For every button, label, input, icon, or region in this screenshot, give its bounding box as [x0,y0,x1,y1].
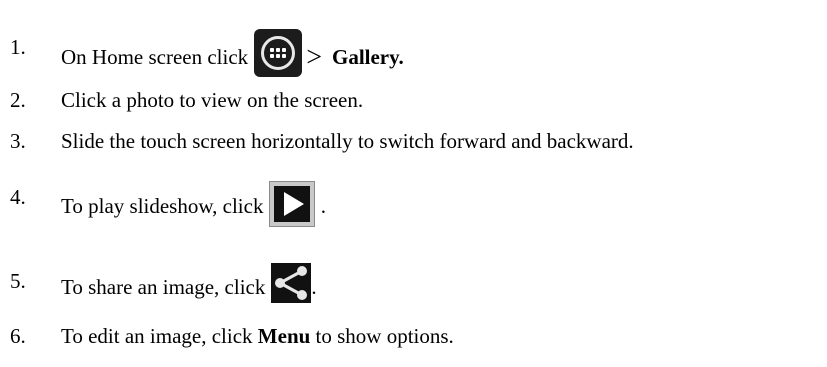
step-text-post: . [320,193,326,218]
step-number: 2. [10,88,26,112]
step-number: 4. [10,185,26,209]
play-icon [269,181,316,227]
step-text: Click a photo to view on the screen. [61,88,364,112]
step-text-post: . [311,274,317,299]
step-text: To share an image, click. [61,263,317,309]
step-text: To play slideshow, click . [61,181,326,231]
share-icon [271,263,312,303]
step-text-pre: To edit an image, click [61,324,253,348]
gallery-label: Gallery. [331,44,404,69]
step-number: 1. [10,35,26,59]
step-text: To edit an image, click Menu to show opt… [61,324,454,348]
step-number: 6. [10,324,26,348]
apps-launcher-icon [254,29,303,77]
step-text: On Home screen click > Gallery. [61,29,404,83]
step-text-pre: To share an image, click [61,274,266,299]
step-number: 3. [10,129,26,153]
step-text-pre: On Home screen click [61,44,249,69]
arrow-separator: > [306,41,322,73]
step-text: Slide the touch screen horizontally to s… [61,129,634,153]
step-text-post: to show options. [315,324,454,348]
menu-label: Menu [257,324,311,348]
step-number: 5. [10,269,26,293]
step-text-pre: To play slideshow, click [61,193,264,218]
